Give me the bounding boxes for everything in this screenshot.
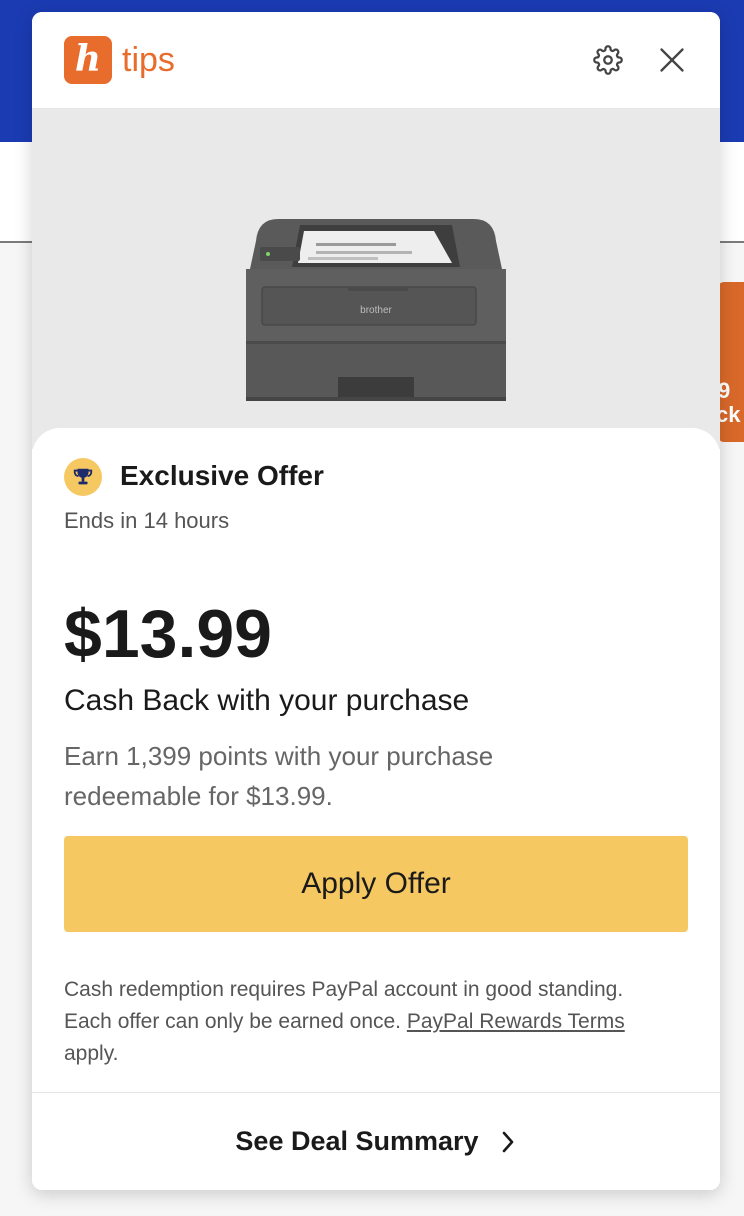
disclaimer-suffix: apply. — [64, 1042, 119, 1065]
side-tab-fragment: ck — [718, 402, 741, 427]
points-description: Earn 1,399 points with your purchase red… — [64, 741, 494, 811]
deal-summary-label: See Deal Summary — [235, 1126, 479, 1156]
see-deal-summary-button[interactable]: See Deal Summary — [32, 1093, 720, 1190]
gear-icon — [593, 45, 623, 75]
disclaimer: Cash redemption requires PayPal account … — [64, 974, 664, 1070]
popup-header: h tips — [32, 12, 720, 109]
close-button[interactable] — [652, 40, 692, 80]
cashback-amount: $13.99 — [64, 596, 272, 672]
offer-badge — [64, 458, 102, 496]
close-icon — [660, 48, 684, 72]
product-image-area: brother — [32, 109, 720, 449]
apply-offer-button[interactable]: Apply Offer — [64, 836, 688, 932]
honey-tips-popup: h tips brother Exclusive Offer Ends in 1… — [32, 12, 720, 1190]
background-side-tab[interactable]: 9 ck — [718, 282, 744, 442]
offer-card: Exclusive Offer Ends in 14 hours $13.99 … — [32, 428, 720, 1190]
cashback-description: Cash Back with your purchase — [64, 684, 470, 717]
honey-logo-icon: h — [64, 36, 112, 84]
chevron-right-icon — [499, 1129, 517, 1155]
app-title: tips — [122, 41, 175, 79]
product-image: brother — [246, 219, 506, 401]
paypal-rewards-terms-link[interactable]: PayPal Rewards Terms — [407, 1010, 625, 1033]
offer-expiry: Ends in 14 hours — [64, 508, 230, 533]
settings-button[interactable] — [588, 40, 628, 80]
offer-title: Exclusive Offer — [120, 460, 324, 491]
trophy-icon — [73, 468, 93, 485]
brand-label: brother — [360, 305, 392, 316]
